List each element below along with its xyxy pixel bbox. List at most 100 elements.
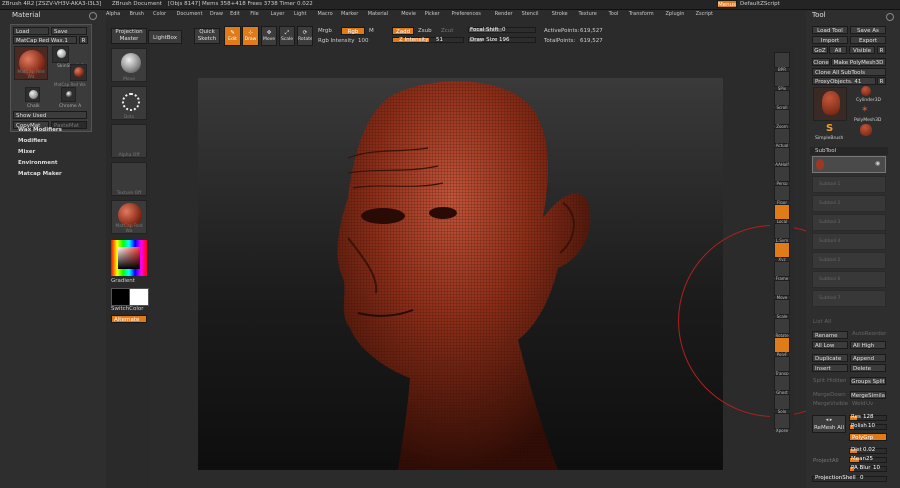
rotate-button[interactable]: ⟳ Rotate	[297, 26, 313, 46]
material-thumb-skinshade[interactable]	[52, 46, 69, 63]
alternate-button[interactable]: Alternate	[111, 315, 147, 323]
shelf-lsym-button[interactable]	[774, 223, 790, 239]
menu-stencil[interactable]: Stencil	[522, 11, 539, 17]
merge-similar-button[interactable]: MergeSimilar	[850, 391, 886, 399]
delete-button[interactable]: Delete	[850, 364, 886, 372]
subtool-slot[interactable]: Subtool 3	[812, 214, 886, 231]
all-low-button[interactable]: All Low	[812, 341, 848, 349]
subtool-active[interactable]: ◉	[812, 156, 886, 173]
zsub-toggle[interactable]: Zsub	[418, 28, 432, 35]
menu-material[interactable]: Material	[368, 11, 388, 17]
menu-draw[interactable]: Draw	[210, 11, 223, 17]
menu-layer[interactable]: Layer	[271, 11, 285, 17]
menu-picker[interactable]: Picker	[425, 11, 440, 17]
scale-button[interactable]: ⤢ Scale	[279, 26, 295, 46]
tool-r-button[interactable]: R	[877, 46, 886, 54]
visible-button[interactable]: Visible	[849, 46, 875, 54]
section-matcap-maker[interactable]: Matcap Maker	[18, 171, 62, 178]
secondary-color-swatch[interactable]	[129, 288, 149, 306]
subtool-slot[interactable]: Subtool 6	[812, 271, 886, 288]
shelf-frame-button[interactable]	[774, 261, 790, 277]
menu-texture[interactable]: Texture	[579, 11, 597, 17]
material-thumb-tray[interactable]: MatCap Red Wa	[111, 200, 147, 234]
export-button[interactable]: Export	[850, 36, 886, 44]
menu-file[interactable]: File	[250, 11, 258, 17]
rename-button[interactable]: Rename	[812, 331, 848, 339]
alpha-thumb[interactable]: Alpha Off	[111, 124, 147, 158]
head-small-tool-icon[interactable]	[860, 124, 872, 136]
menu-color[interactable]: Color	[153, 11, 166, 17]
shelf-scale-button[interactable]	[774, 299, 790, 315]
menu-edit[interactable]: Edit	[230, 11, 240, 17]
section-modifiers[interactable]: Modifiers	[18, 138, 47, 145]
mrgb-toggle[interactable]: Mrgb	[318, 28, 332, 35]
append-button[interactable]: Append	[850, 354, 886, 362]
all-button[interactable]: All	[829, 46, 847, 54]
shelf-local-button[interactable]	[774, 204, 790, 220]
tool-gear-icon[interactable]	[886, 13, 894, 21]
texture-thumb[interactable]: Texture Off	[111, 162, 147, 196]
m-toggle[interactable]: M	[369, 28, 374, 35]
default-zscript[interactable]: DefaultZScript	[740, 1, 780, 8]
subtool-header[interactable]: SubTool	[810, 147, 888, 155]
subtool-slot[interactable]: Subtool 4	[812, 233, 886, 250]
main-color-swatch[interactable]	[111, 288, 131, 306]
shelf-spix-button[interactable]	[774, 71, 790, 87]
polygrp-toggle[interactable]: PolyGrp	[849, 433, 887, 441]
menu-movie[interactable]: Movie	[401, 11, 416, 17]
shelf-ghost-button[interactable]	[774, 375, 790, 391]
section-environment[interactable]: Environment	[18, 160, 58, 167]
load-tool-button[interactable]: Load Tool	[812, 26, 848, 34]
shelf-scroll-button[interactable]	[774, 90, 790, 106]
material-thumb-chrome[interactable]	[61, 87, 76, 102]
proxy-r-button[interactable]: R	[877, 77, 886, 85]
shelf-solo-button[interactable]	[774, 394, 790, 410]
lightbox-button[interactable]: LightBox	[148, 30, 182, 44]
menus-button[interactable]: Menus	[717, 0, 737, 8]
insert-button[interactable]: Insert	[812, 364, 848, 372]
projection-master-button[interactable]: Projection Master	[111, 28, 147, 44]
make-polymesh-button[interactable]: Make PolyMesh3D	[831, 58, 886, 66]
rgb-intensity-value[interactable]: 100	[358, 38, 369, 45]
menu-macro[interactable]: Macro	[318, 11, 333, 17]
all-high-button[interactable]: All High	[850, 341, 886, 349]
subtool-slot[interactable]: Subtool 5	[812, 252, 886, 269]
clone-button[interactable]: Clone	[812, 58, 830, 66]
panel-gear-icon[interactable]	[89, 12, 97, 20]
subtool-slot[interactable]: Subtool 1	[812, 176, 886, 193]
draw-button[interactable]: ⊹ Draw	[242, 26, 259, 46]
menu-brush[interactable]: Brush	[130, 11, 144, 17]
remesh-all-button[interactable]: ◂ ▸ ReMesh All	[812, 415, 846, 433]
shelf-move-button[interactable]	[774, 280, 790, 296]
section-mixer[interactable]: Mixer	[18, 149, 35, 156]
simplebrush-tool-icon[interactable]: S	[826, 123, 833, 134]
menu-stroke[interactable]: Stroke	[552, 11, 568, 17]
groups-split-button[interactable]: Groups Split	[850, 377, 886, 385]
shelf-polyf-button[interactable]	[774, 337, 790, 353]
tool-thumb-head[interactable]	[813, 87, 847, 121]
shelf-transp-button[interactable]	[774, 356, 790, 372]
matcap-selector[interactable]: MatCap Red Wax.1	[13, 36, 77, 44]
shelf-xyz-button[interactable]	[774, 242, 790, 258]
goz-button[interactable]: GoZ	[812, 46, 828, 54]
zadd-toggle[interactable]: Zadd	[392, 27, 414, 35]
save-as-button[interactable]: Save As	[850, 26, 886, 34]
material-thumb-matcap-red-2[interactable]	[70, 64, 87, 81]
subtool-eye-icon[interactable]: ◉	[875, 160, 880, 167]
quick-sketch-button[interactable]: Quick Sketch	[194, 28, 220, 44]
shelf-aahalf-button[interactable]	[774, 147, 790, 163]
material-thumb-matcap-red[interactable]: MatCap Red Wa	[14, 46, 48, 80]
menu-zplugin[interactable]: Zplugin	[666, 11, 685, 17]
gradient-label[interactable]: Gradient	[111, 278, 135, 285]
stroke-thumb[interactable]: Dots	[111, 86, 147, 120]
subtool-slot[interactable]: Subtool 7	[812, 290, 886, 307]
brush-thumb[interactable]: Move	[111, 48, 147, 82]
switch-color-label[interactable]: SwitchColor	[111, 306, 144, 313]
menu-preferences[interactable]: Preferences	[452, 11, 481, 17]
clone-all-subtools-button[interactable]: Clone All SubTools	[812, 68, 886, 76]
menu-alpha[interactable]: Alpha	[106, 11, 120, 17]
show-used-button[interactable]: Show Used	[13, 111, 87, 119]
shelf-floor-button[interactable]	[774, 185, 790, 201]
load-material-button[interactable]: Load	[13, 27, 49, 35]
import-button[interactable]: Import	[812, 36, 848, 44]
